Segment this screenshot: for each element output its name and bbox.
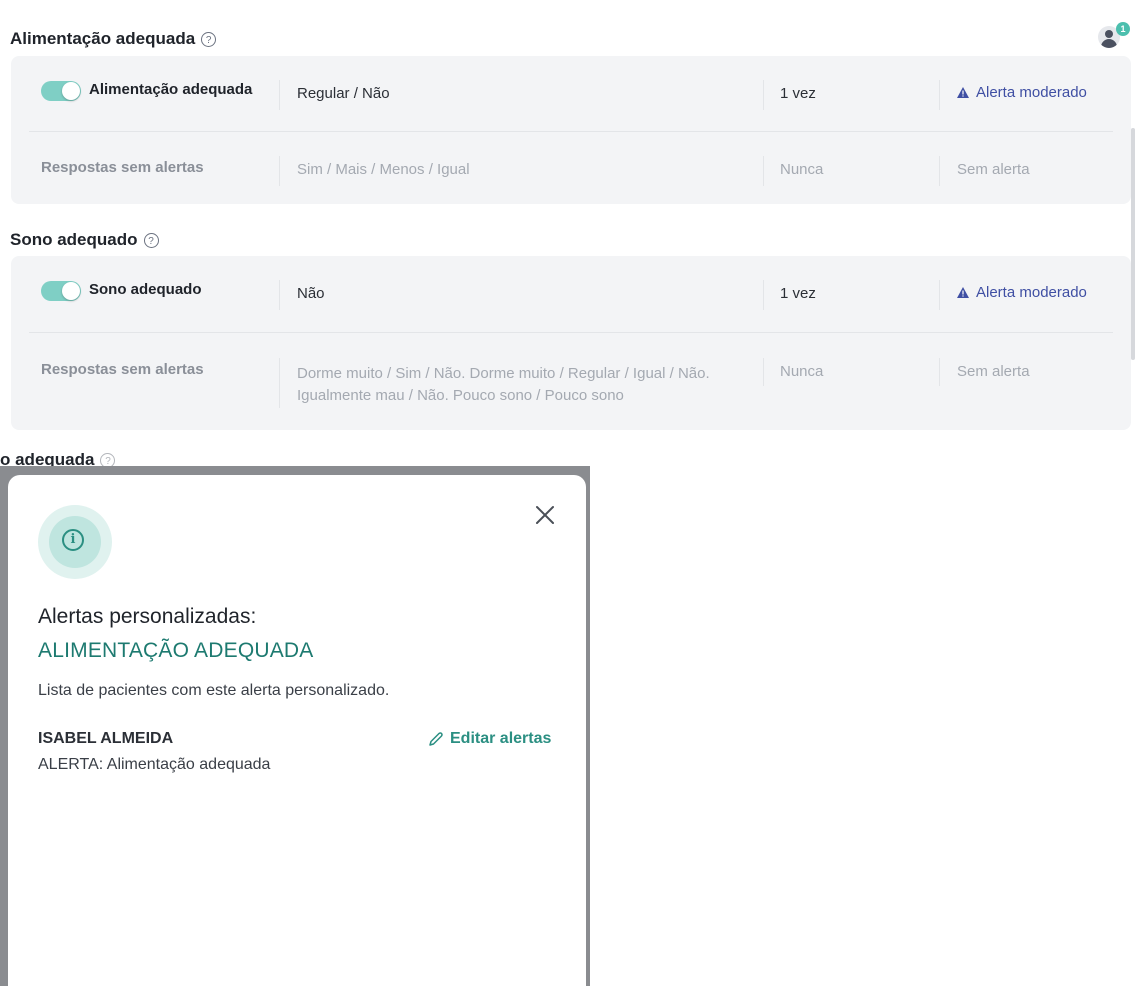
section-title-sono: Sono adequado ? <box>10 230 159 250</box>
modal-subtitle: ALIMENTAÇÃO ADEQUADA <box>38 639 314 662</box>
no-alert-row: Respostas sem alertas Sim / Mais / Menos… <box>11 156 1131 186</box>
toggle-label: Sono adequado <box>89 281 202 298</box>
help-icon[interactable]: ? <box>201 31 217 47</box>
alert-toggle[interactable] <box>41 81 81 101</box>
patient-alert: ALERTA: Alimentação adequada <box>38 756 271 773</box>
alert-row: Alimentação adequada Regular / Não 1 vez… <box>11 80 1131 110</box>
pencil-icon <box>429 732 443 746</box>
alert-toggle[interactable] <box>41 281 81 301</box>
no-alert-label: Respostas sem alertas <box>41 159 204 176</box>
answers-text: Regular / Não <box>297 85 390 102</box>
no-alert-answers-line: Dorme muito / Sim / Não. Dorme muito / R… <box>297 365 710 382</box>
warning-icon <box>957 87 969 98</box>
scrollbar[interactable] <box>1131 128 1135 360</box>
help-icon[interactable]: ? <box>143 232 159 248</box>
alert-panel-sono: Sono adequado Não 1 vez Alerta moderado … <box>11 256 1131 430</box>
close-button[interactable] <box>533 503 557 527</box>
no-alert-answers: Dorme muito / Sim / Não. Dorme muito / R… <box>297 363 710 407</box>
edit-alerts-button[interactable]: Editar alertas <box>428 730 551 748</box>
alert-level-text: Alerta moderado <box>976 84 1087 101</box>
patient-name: ISABEL ALMEIDA <box>38 730 174 747</box>
edit-alerts-label: Editar alertas <box>450 730 552 747</box>
modal-title: Alertas personalizadas: <box>38 605 257 628</box>
no-alert-answers-line: Igualmente mau / Não. Pouco sono / Pouco… <box>297 387 624 404</box>
warning-icon <box>957 287 969 298</box>
custom-alerts-modal: i Alertas personalizadas: ALIMENTAÇÃO AD… <box>8 475 586 1005</box>
alert-level-link[interactable]: Alerta moderado <box>957 84 1087 101</box>
no-alert-level: Sem alerta <box>957 161 1030 178</box>
alert-panel-alimentacao: Alimentação adequada Regular / Não 1 vez… <box>11 56 1131 204</box>
no-alert-frequency: Nunca <box>780 363 824 380</box>
answers-text: Não <box>297 285 325 302</box>
no-alert-level: Sem alerta <box>957 363 1030 380</box>
close-icon <box>536 506 554 524</box>
section-title-text: Alimentação adequada <box>10 29 196 48</box>
alert-level-text: Alerta moderado <box>976 284 1087 301</box>
section-title-alimentacao: Alimentação adequada ? <box>10 29 217 49</box>
section-title-text: Sono adequado <box>10 230 138 249</box>
modal-description: Lista de pacientes com este alerta perso… <box>38 682 390 699</box>
info-icon: i <box>62 529 84 551</box>
no-alert-label: Respostas sem alertas <box>41 361 204 378</box>
info-badge: i <box>38 505 112 579</box>
frequency-text: 1 vez <box>780 285 816 302</box>
frequency-text: 1 vez <box>780 85 816 102</box>
alert-row: Sono adequado Não 1 vez Alerta moderado <box>11 280 1131 310</box>
no-alert-answers: Sim / Mais / Menos / Igual <box>297 161 470 178</box>
toggle-label: Alimentação adequada <box>89 81 253 98</box>
no-alert-frequency: Nunca <box>780 161 824 178</box>
notification-badge: 1 <box>1116 22 1130 36</box>
no-alert-row: Respostas sem alertas Dorme muito / Sim … <box>11 358 1131 412</box>
alert-level-link[interactable]: Alerta moderado <box>957 284 1087 301</box>
